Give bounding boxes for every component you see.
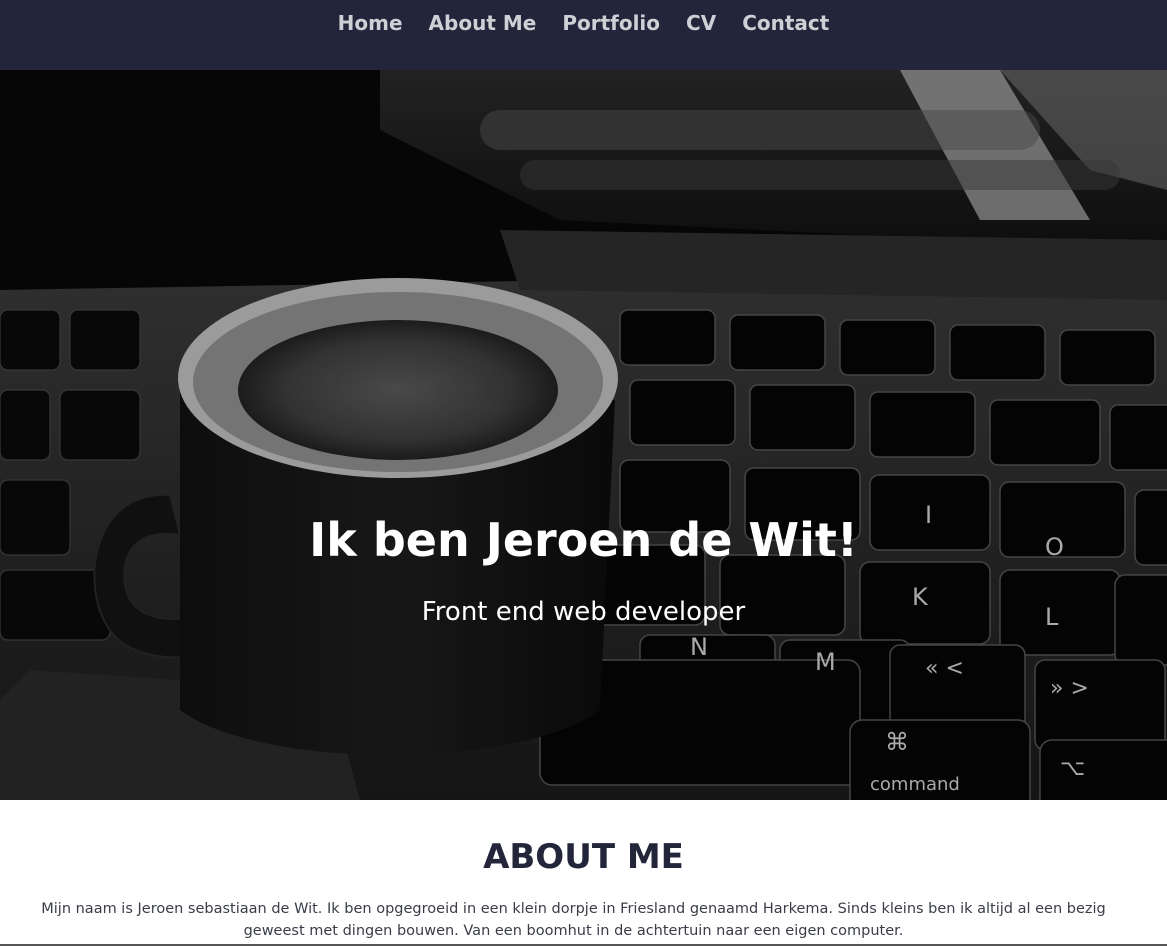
top-navbar: Home About Me Portfolio CV Contact: [0, 0, 1167, 70]
hero-subtitle: Front end web developer: [421, 597, 746, 627]
nav-link-cv[interactable]: CV: [686, 11, 716, 35]
nav-link-portfolio[interactable]: Portfolio: [562, 11, 660, 35]
nav-link-contact[interactable]: Contact: [742, 11, 829, 35]
hero-background-image: O I K L N M « < » > ⌘ command ⌥: [0, 70, 1167, 800]
about-section: ABOUT ME Mijn naam is Jeroen sebastiaan …: [0, 800, 1167, 946]
about-text: Mijn naam is Jeroen sebastiaan de Wit. I…: [41, 901, 1106, 939]
hero-title: Ik ben Jeroen de Wit!: [309, 513, 858, 567]
nav-link-about-me[interactable]: About Me: [429, 11, 537, 35]
hero-section: O I K L N M « < » > ⌘ command ⌥ Ik ben J…: [0, 70, 1167, 800]
about-heading: ABOUT ME: [483, 837, 684, 877]
nav-menu: Home About Me Portfolio CV Contact: [338, 8, 830, 38]
nav-link-home[interactable]: Home: [338, 11, 403, 35]
